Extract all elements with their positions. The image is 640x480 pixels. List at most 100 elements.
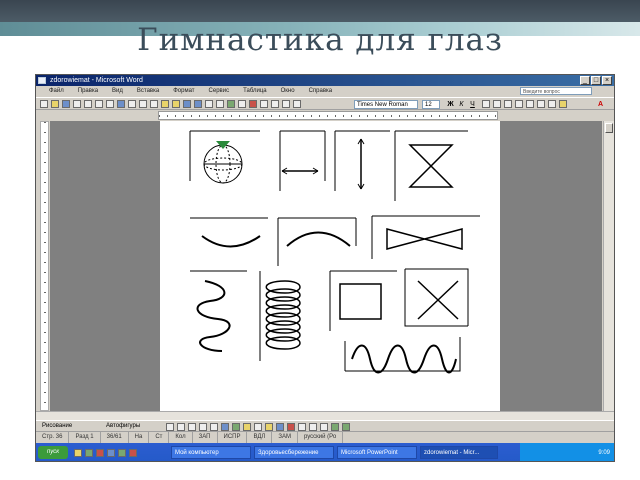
start-button[interactable]: пуск <box>38 446 68 459</box>
indent-icon[interactable] <box>548 100 556 108</box>
draw-menu-button[interactable]: Рисование <box>42 421 72 432</box>
quicklaunch-desktop-icon[interactable] <box>107 449 115 457</box>
spelling-icon[interactable] <box>117 100 125 108</box>
tray-clock: 9:09 <box>598 450 610 456</box>
close-button[interactable]: × <box>602 76 612 85</box>
line-tool-icon[interactable] <box>166 423 174 431</box>
zoom-icon[interactable] <box>282 100 290 108</box>
font-color-button[interactable]: A <box>596 100 605 109</box>
email-icon[interactable] <box>84 100 92 108</box>
taskbar-item-health[interactable]: Здоровьесбережение <box>254 446 334 459</box>
research-icon[interactable] <box>128 100 136 108</box>
status-rec[interactable]: ЗАП <box>193 432 218 443</box>
3d-style-icon[interactable] <box>342 423 350 431</box>
menu-insert[interactable]: Вставка <box>130 86 166 97</box>
menu-table[interactable]: Таблица <box>236 86 274 97</box>
figure-frame-row2 <box>190 215 480 219</box>
picture-tool-icon[interactable] <box>254 423 262 431</box>
paste-icon[interactable] <box>161 100 169 108</box>
vertical-ruler[interactable] <box>40 121 49 411</box>
horizontal-ruler[interactable] <box>158 111 498 120</box>
new-document-icon[interactable] <box>40 100 48 108</box>
menu-format[interactable]: Формат <box>166 86 201 97</box>
hyperlink-icon[interactable] <box>205 100 213 108</box>
copy-icon[interactable] <box>150 100 158 108</box>
maximize-button[interactable]: □ <box>591 76 601 85</box>
status-overtype[interactable]: ЗАМ <box>272 432 298 443</box>
document-map-icon[interactable] <box>260 100 268 108</box>
menu-edit[interactable]: Правка <box>71 86 105 97</box>
line-style-icon[interactable] <box>298 423 306 431</box>
arrow-style-icon[interactable] <box>320 423 328 431</box>
menu-tools[interactable]: Сервис <box>202 86 237 97</box>
slide-bottom-margin <box>0 462 640 480</box>
highlight-icon[interactable] <box>559 100 567 108</box>
document-page[interactable] <box>160 121 500 411</box>
print-preview-icon[interactable] <box>106 100 114 108</box>
arrow-tool-icon[interactable] <box>177 423 185 431</box>
save-icon[interactable] <box>62 100 70 108</box>
align-right-icon[interactable] <box>504 100 512 108</box>
textbox-tool-icon[interactable] <box>210 423 218 431</box>
print-icon[interactable] <box>95 100 103 108</box>
font-name-select[interactable]: Times New Roman <box>354 100 418 109</box>
quicklaunch-powerpoint-icon[interactable] <box>129 449 137 457</box>
drawing-icon[interactable] <box>249 100 257 108</box>
shadow-style-icon[interactable] <box>331 423 339 431</box>
open-folder-icon[interactable] <box>51 100 59 108</box>
read-icon[interactable] <box>293 100 301 108</box>
menu-window[interactable]: Окно <box>274 86 302 97</box>
minimize-button[interactable]: _ <box>580 76 590 85</box>
show-hide-icon[interactable] <box>271 100 279 108</box>
taskbar-item-powerpoint[interactable]: Microsoft PowerPoint <box>337 446 417 459</box>
quicklaunch-ie-icon[interactable] <box>74 449 82 457</box>
figure-frame-row3 <box>190 268 469 361</box>
oval-tool-icon[interactable] <box>199 423 207 431</box>
italic-button[interactable]: К <box>457 100 466 109</box>
ask-question-input[interactable]: Введите вопрос <box>520 87 592 95</box>
align-left-icon[interactable] <box>482 100 490 108</box>
bullets-icon[interactable] <box>537 100 545 108</box>
word-window: zdorowiemat - Microsoft Word _ □ × Файл … <box>35 74 615 462</box>
format-painter-icon[interactable] <box>172 100 180 108</box>
text-color-icon[interactable] <box>287 423 295 431</box>
justify-icon[interactable] <box>515 100 523 108</box>
taskbar-item-word[interactable]: zdorowiemat - Micr... <box>420 446 498 459</box>
undo-icon[interactable] <box>183 100 191 108</box>
insert-excel-icon[interactable] <box>227 100 235 108</box>
menu-help[interactable]: Справка <box>302 86 340 97</box>
quicklaunch-media-icon[interactable] <box>85 449 93 457</box>
cut-icon[interactable] <box>139 100 147 108</box>
permission-icon[interactable] <box>73 100 81 108</box>
bold-button[interactable]: Ж <box>446 100 455 109</box>
bowtie-figure <box>386 228 463 250</box>
rectangle-tool-icon[interactable] <box>188 423 196 431</box>
align-center-icon[interactable] <box>493 100 501 108</box>
font-size-select[interactable]: 12 <box>422 100 440 109</box>
taskbar-item-my-computer[interactable]: Мой компьютер <box>171 446 251 459</box>
fill-color-icon[interactable] <box>265 423 273 431</box>
status-extend[interactable]: ВДЛ <box>247 432 273 443</box>
autoshapes-button[interactable]: Автофигуры <box>106 421 140 432</box>
clipart-tool-icon[interactable] <box>243 423 251 431</box>
numbering-icon[interactable] <box>526 100 534 108</box>
horizontal-scrollbar[interactable] <box>36 411 614 420</box>
columns-icon[interactable] <box>238 100 246 108</box>
quicklaunch-excel-icon[interactable] <box>118 449 126 457</box>
line-color-icon[interactable] <box>276 423 284 431</box>
table-icon[interactable] <box>216 100 224 108</box>
menu-view[interactable]: Вид <box>105 86 130 97</box>
redo-icon[interactable] <box>194 100 202 108</box>
menu-file[interactable]: Файл <box>42 86 71 97</box>
frown-arc-figure <box>286 231 351 247</box>
scroll-thumb[interactable] <box>605 123 613 133</box>
status-track[interactable]: ИСПР <box>218 432 248 443</box>
status-page-of: 36/61 <box>101 432 129 443</box>
underline-button[interactable]: Ч <box>468 100 477 109</box>
wordart-tool-icon[interactable] <box>221 423 229 431</box>
diagram-tool-icon[interactable] <box>232 423 240 431</box>
quicklaunch-opera-icon[interactable] <box>96 449 104 457</box>
vertical-scrollbar[interactable] <box>603 121 614 411</box>
cross-arrows-figure <box>417 280 459 320</box>
dash-style-icon[interactable] <box>309 423 317 431</box>
